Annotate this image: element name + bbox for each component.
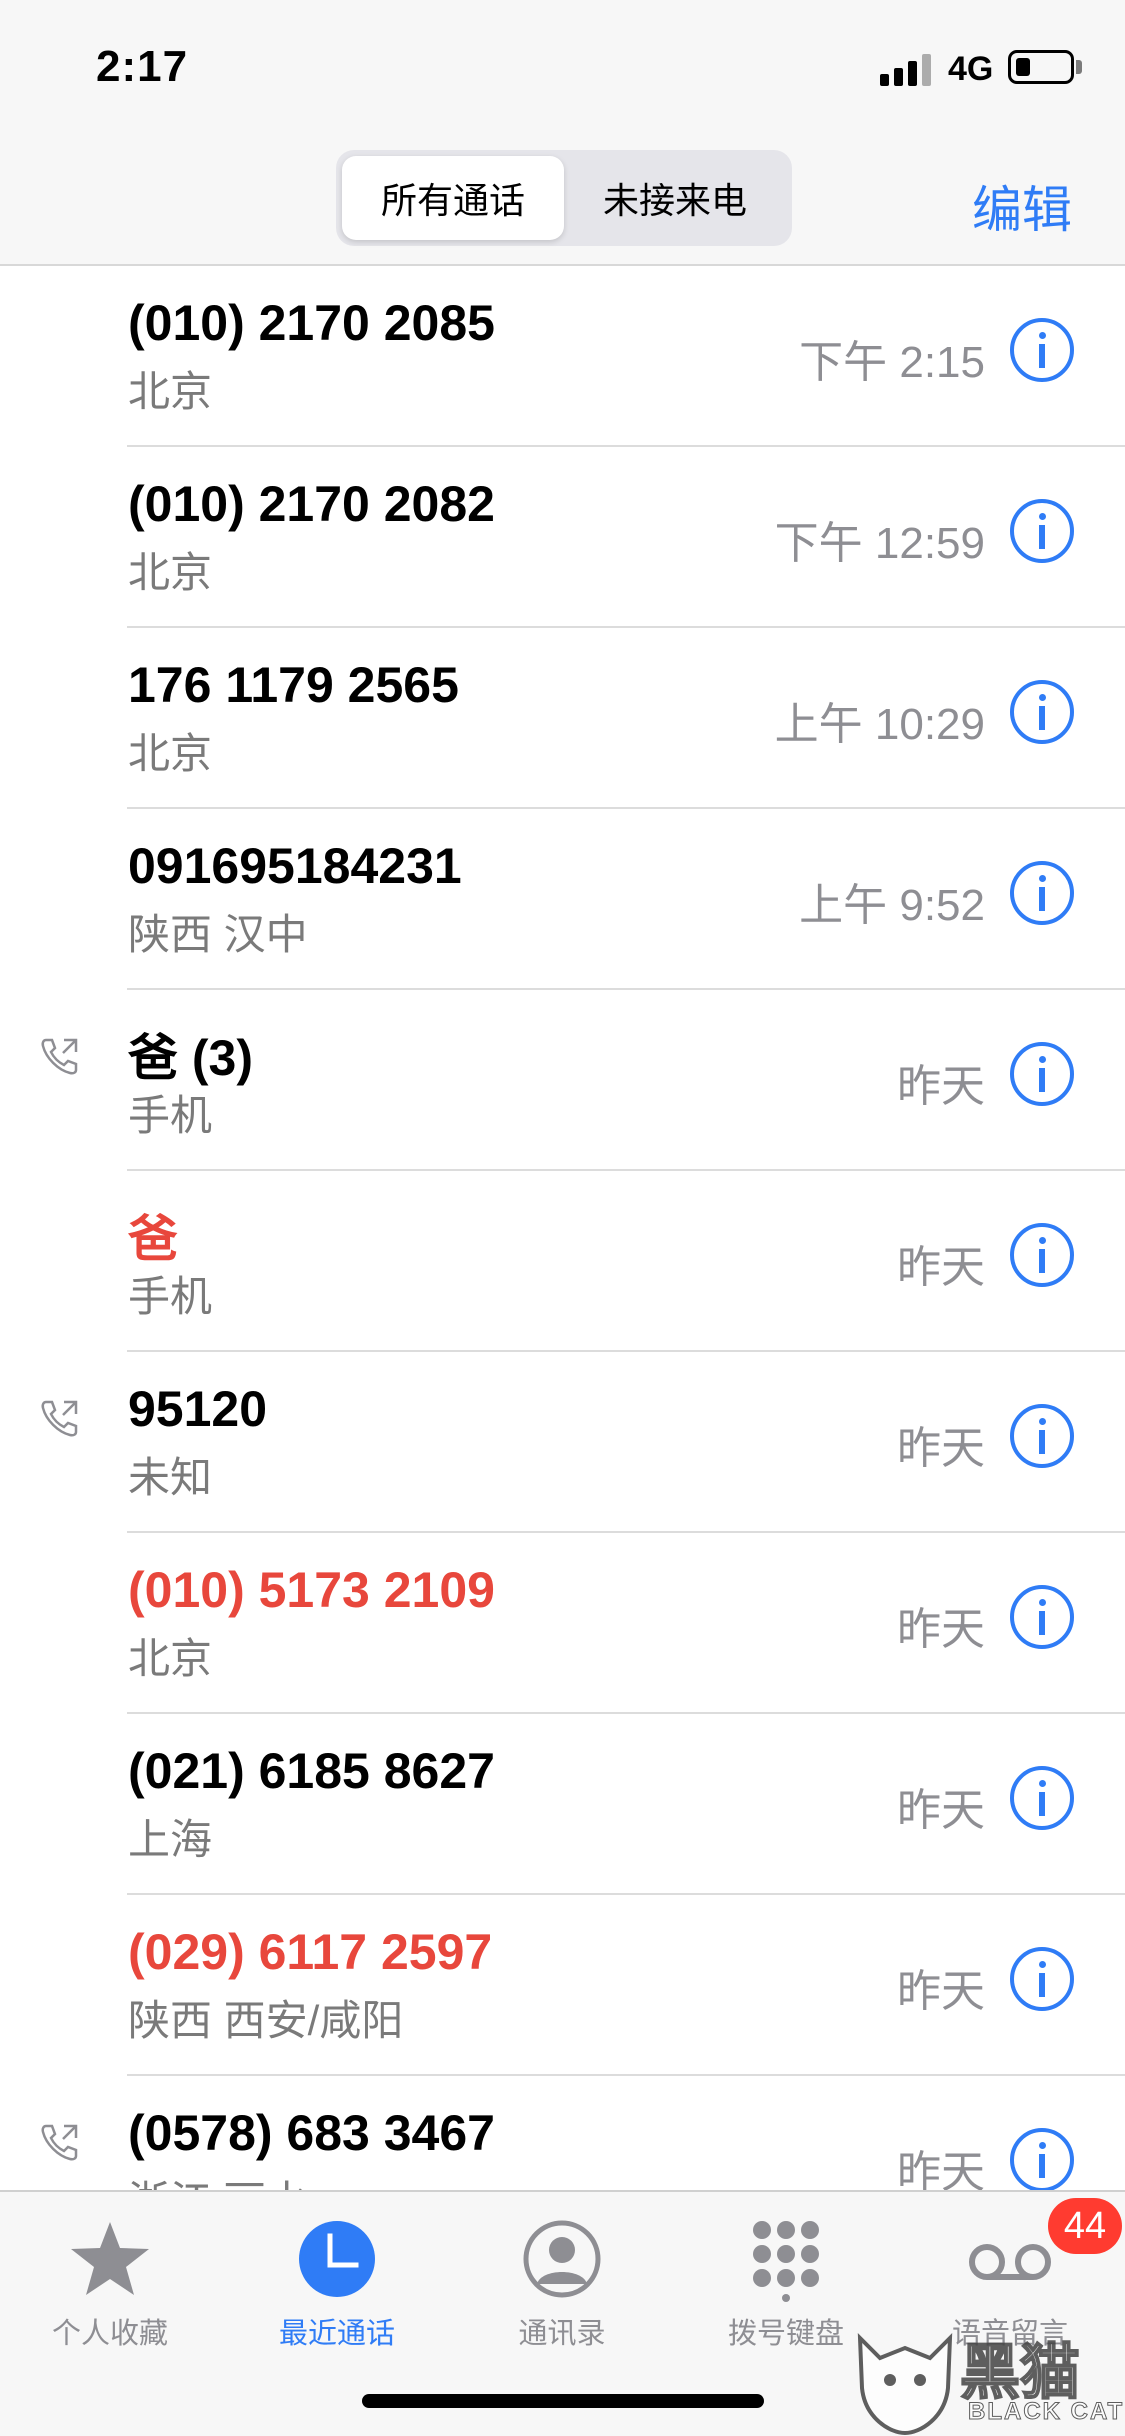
info-icon[interactable] [1010,1585,1074,1649]
call-name: 091695184231 [128,838,462,894]
call-time: 上午 9:52 [799,881,985,930]
tab-contacts-label: 通讯录 [518,2318,606,2350]
call-time: 昨天 [897,1243,985,1292]
call-row[interactable]: (021) 6185 8627 上海 昨天 [0,1714,1125,1895]
call-row[interactable]: (0578) 683 3467 浙江 丽水 昨天 [0,2076,1125,2190]
call-time: 昨天 [897,1424,985,1473]
call-label: 手机 [128,1273,213,1320]
segment-missed-calls[interactable]: 未接来电 [564,156,786,240]
call-time: 昨天 [897,1786,985,1835]
info-icon[interactable] [1010,1223,1074,1287]
call-name: 爸 [128,1211,178,1267]
call-label: 上海 [128,1816,213,1863]
clock-icon [299,2221,375,2297]
network-type: 4G [948,50,994,88]
tab-keypad[interactable]: 拨号键盘 [696,2206,876,2356]
call-name: (021) 6185 8627 [128,1743,495,1799]
battery-icon [1008,50,1074,84]
call-name: (010) 5173 2109 [128,1562,495,1618]
info-icon[interactable] [1010,861,1074,925]
info-icon[interactable] [1010,1766,1074,1830]
call-name: (0578) 683 3467 [128,2105,495,2161]
call-row[interactable]: 95120 未知 昨天 [0,1352,1125,1533]
info-icon[interactable] [1010,499,1074,563]
call-time: 昨天 [897,2148,985,2190]
cat-logo-icon [857,2332,953,2436]
black-cat-watermark: 黑猫 BLACK CAT [850,2318,1125,2436]
call-time: 昨天 [897,1062,985,1111]
call-time: 下午 2:15 [799,338,985,387]
keypad-icon [753,2221,819,2302]
call-time: 昨天 [897,1605,985,1654]
call-label: 未知 [128,1454,213,1501]
cellular-signal-icon [880,52,934,86]
battery-tip [1076,60,1082,74]
call-row[interactable]: 176 1179 2565 北京 上午 10:29 [0,628,1125,809]
call-label: 北京 [128,730,213,777]
call-name: 176 1179 2565 [128,657,459,713]
call-name: 爸 (3) [128,1030,253,1086]
recent-calls-list: (010) 2170 2085 北京 下午 2:15 (010) 2170 2082 北… [0,266,1125,2190]
info-icon[interactable] [1010,680,1074,744]
home-indicator[interactable] [362,2394,764,2408]
status-bar: 2:17 4G [0,0,1125,140]
tab-recents-label: 最近通话 [278,2318,395,2350]
nav-header: 所有通话 未接来电 编辑 [0,140,1125,266]
call-name: (010) 2170 2085 [128,295,495,351]
star-icon [71,2222,149,2295]
info-icon[interactable] [1010,1404,1074,1468]
call-label: 手机 [128,1092,213,1139]
segment-all-calls[interactable]: 所有通话 [342,156,564,240]
call-label: 陕西 汉中 [128,911,308,958]
tab-favorites[interactable]: 个人收藏 [20,2206,200,2356]
call-label: 浙江 丽水 [128,2168,308,2190]
voicemail-badge: 44 [1048,2198,1122,2254]
info-icon[interactable] [1010,318,1074,382]
call-row[interactable]: (010) 5173 2109 北京 昨天 [0,1533,1125,1714]
call-name: (010) 2170 2082 [128,476,495,532]
call-name: 95120 [128,1381,268,1437]
call-row[interactable]: 爸手机 昨天 [0,1171,1125,1352]
voicemail-icon [969,2244,1051,2280]
contacts-icon [523,2220,601,2298]
call-row[interactable]: 091695184231 陕西 汉中 上午 9:52 [0,809,1125,990]
tab-favorites-label: 个人收藏 [51,2318,168,2350]
outgoing-call-icon [41,2124,78,2161]
call-row[interactable]: 爸 (3) 手机 昨天 [0,990,1125,1171]
call-label: 北京 [128,1635,213,1682]
status-time: 2:17 [96,42,189,91]
outgoing-call-icon [41,1038,78,1075]
call-label: 陕西 西安/咸阳 [128,1997,404,2044]
info-icon[interactable] [1010,1947,1074,2011]
info-icon[interactable] [1010,1042,1074,1106]
call-filter-segmented-control: 所有通话 未接来电 [336,150,792,246]
call-time: 昨天 [897,1967,985,2016]
call-time: 上午 10:29 [774,700,985,749]
info-icon[interactable] [1010,2128,1074,2190]
call-row[interactable]: (029) 6117 2597 陕西 西安/咸阳 昨天 [0,1895,1125,2076]
watermark-en: BLACK CAT [967,2398,1125,2426]
tab-recents[interactable]: 最近通话 [247,2206,427,2356]
outgoing-call-icon [41,1400,78,1437]
edit-button[interactable]: 编辑 [972,170,1072,242]
call-time: 下午 12:59 [774,519,985,568]
tab-keypad-label: 拨号键盘 [727,2318,844,2350]
tab-contacts[interactable]: 通讯录 [472,2206,652,2356]
call-name: (029) 6117 2597 [128,1924,493,1980]
call-label: 北京 [128,549,213,596]
call-label: 北京 [128,368,213,415]
call-row[interactable]: (010) 2170 2085 北京 下午 2:15 [0,266,1125,447]
call-row[interactable]: (010) 2170 2082 北京 下午 12:59 [0,447,1125,628]
